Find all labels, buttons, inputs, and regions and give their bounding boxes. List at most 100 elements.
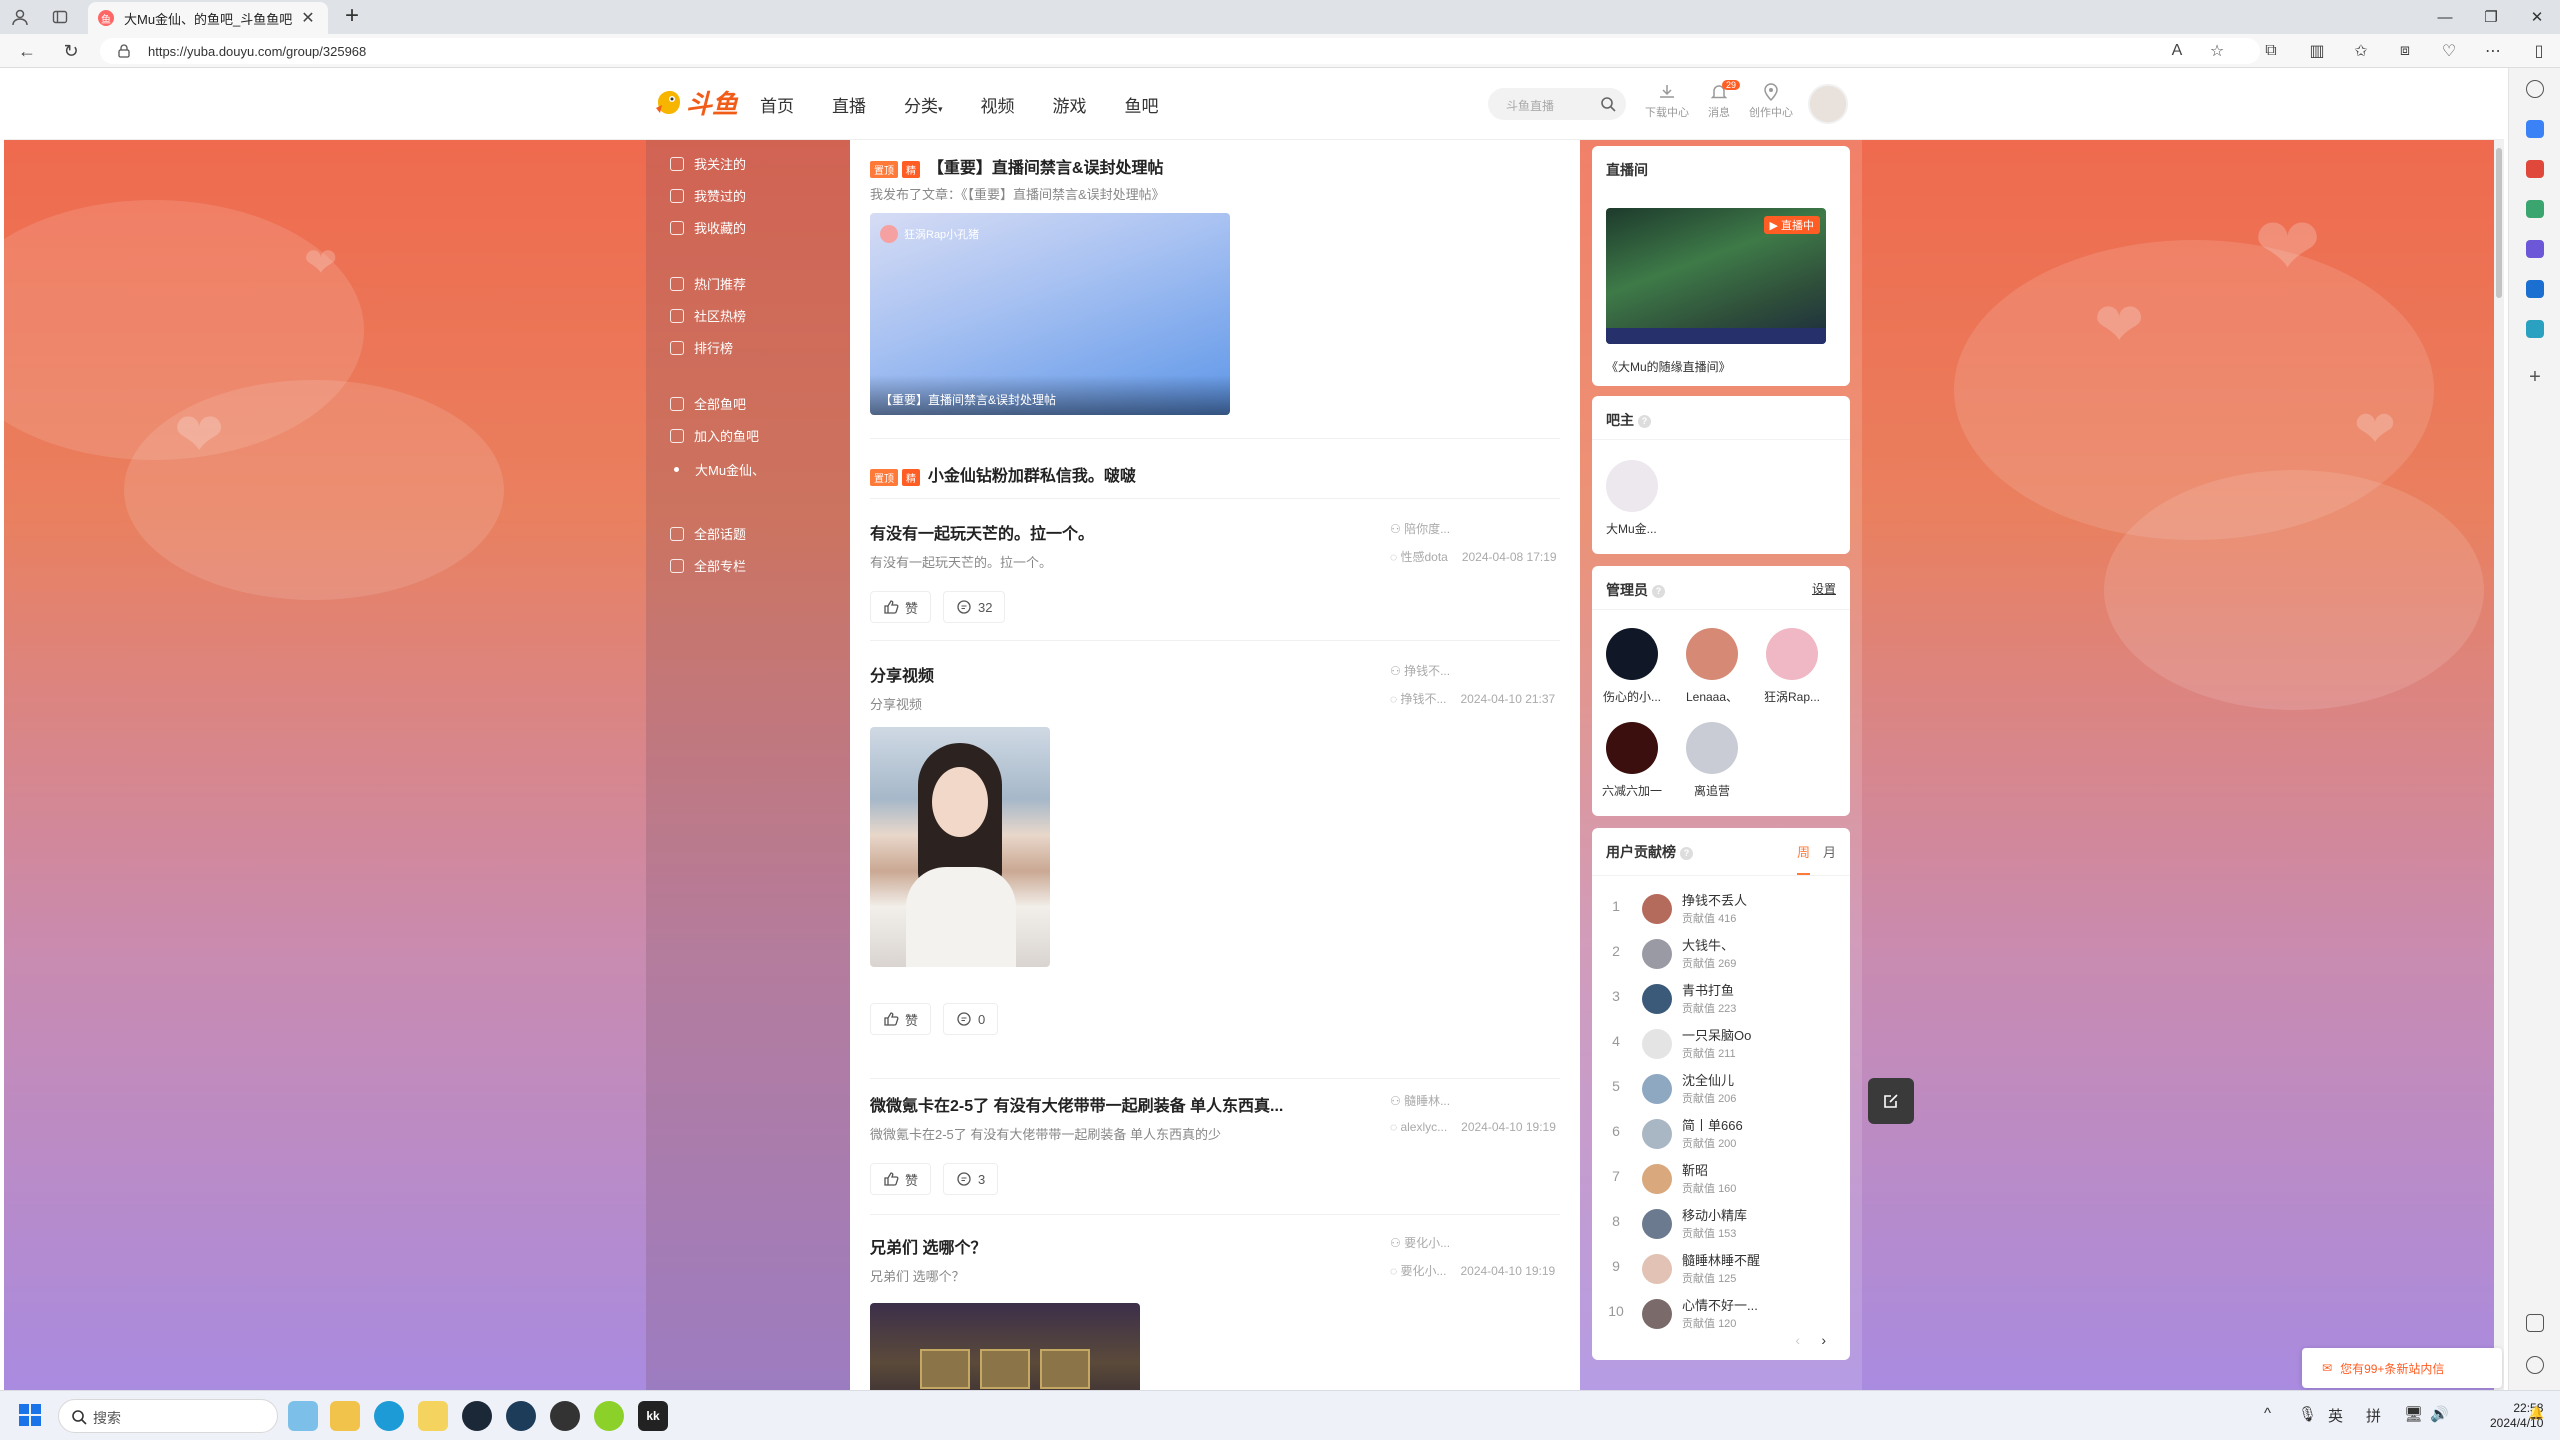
- admin-avatar[interactable]: [1686, 628, 1738, 680]
- last-reply-name[interactable]: 性感dota: [1400, 550, 1447, 564]
- outlook-icon[interactable]: [2526, 280, 2544, 298]
- post-title[interactable]: 小金仙钻粉加群私信我。啵啵: [928, 468, 1136, 485]
- tools-icon[interactable]: [2526, 200, 2544, 218]
- last-reply-name[interactable]: alexlyc...: [1400, 1120, 1447, 1134]
- pinned-post[interactable]: 置顶精 小金仙钻粉加群私信我。啵啵: [870, 462, 1560, 486]
- url-field[interactable]: https://yuba.douyu.com/group/325968: [100, 38, 2260, 64]
- rank-user-name[interactable]: 大钱牛、: [1682, 935, 1734, 954]
- rank-user-name[interactable]: 沈全仙儿: [1682, 1070, 1734, 1089]
- ime-pinyin[interactable]: 拼: [2366, 1405, 2381, 1426]
- nav-game[interactable]: 游戏: [1053, 92, 1087, 117]
- admin-avatar[interactable]: [1606, 628, 1658, 680]
- next-page-icon[interactable]: ›: [1821, 1332, 1826, 1348]
- admin-avatar[interactable]: [1766, 628, 1818, 680]
- sidebar-item-ranking[interactable]: 排行榜: [670, 338, 733, 357]
- rank-row[interactable]: 8 移动小精库 贡献值 153: [1606, 1201, 1836, 1245]
- nav-home[interactable]: 首页: [760, 92, 794, 117]
- help-icon[interactable]: ?: [1680, 847, 1693, 860]
- owner-name[interactable]: 大Mu金...: [1592, 520, 1672, 537]
- more-menu-icon[interactable]: ⋯: [2480, 39, 2506, 63]
- admin-settings-link[interactable]: 设置: [1812, 580, 1836, 597]
- douyu-app-icon[interactable]: [418, 1401, 448, 1431]
- nav-live[interactable]: 直播: [832, 92, 866, 117]
- tab-week[interactable]: 周: [1796, 842, 1810, 875]
- rank-row[interactable]: 9 髓睡林睡不醒 贡献值 125: [1606, 1246, 1836, 1290]
- rank-avatar[interactable]: [1642, 1074, 1672, 1104]
- minimize-icon[interactable]: —: [2422, 0, 2468, 34]
- post-title[interactable]: 微微氪卡在2-5了 有没有大佬带带一起刷装备 单人东西真...: [870, 1092, 1350, 1116]
- browser-essentials-icon[interactable]: ♡: [2436, 39, 2462, 63]
- douyu-logo[interactable]: 斗鱼: [654, 84, 738, 121]
- post-image[interactable]: [870, 1303, 1140, 1390]
- edge-browser-icon[interactable]: [374, 1401, 404, 1431]
- close-window-icon[interactable]: ✕: [2514, 0, 2560, 34]
- sidebar-item-following[interactable]: 我关注的: [670, 154, 746, 173]
- sidebar-toggle-icon[interactable]: ▯: [2526, 39, 2552, 63]
- admin-name[interactable]: 狂涡Rap...: [1752, 688, 1832, 705]
- add-sidebar-app-icon[interactable]: +: [2526, 367, 2544, 387]
- rank-row[interactable]: 3 青书打鱼 贡献值 223: [1606, 976, 1836, 1020]
- last-reply-name[interactable]: 挣钱不...: [1400, 692, 1446, 706]
- rank-user-name[interactable]: 心情不好一...: [1682, 1295, 1758, 1314]
- sidebar-item-all-topics[interactable]: 全部话题: [670, 524, 746, 543]
- tab-actions-icon[interactable]: [40, 0, 80, 34]
- volume-icon[interactable]: 🔊: [2430, 1405, 2449, 1423]
- sidebar-item-community-hot[interactable]: 社区热榜: [670, 306, 746, 325]
- admin-name[interactable]: Lenaaa、: [1672, 688, 1752, 705]
- sidebar-item-joined-bars[interactable]: 加入的鱼吧: [670, 426, 759, 445]
- owner-avatar[interactable]: [1606, 460, 1658, 512]
- games-icon[interactable]: [2526, 240, 2544, 258]
- post-title[interactable]: 分享视频: [870, 662, 1560, 686]
- admin-name[interactable]: 六减六加一: [1592, 782, 1672, 799]
- rank-row[interactable]: 6 简丨单666 贡献值 200: [1606, 1111, 1836, 1155]
- post-author[interactable]: ⚇ 挣钱不...: [1390, 662, 1450, 679]
- admin-avatar[interactable]: [1606, 722, 1658, 774]
- pinned-post[interactable]: 置顶精 【重要】直播间禁言&误封处理帖 我发布了文章：《【重要】直播间禁言&误封…: [870, 154, 1560, 415]
- rank-row[interactable]: 4 一只呆脑Oo 贡献值 211: [1606, 1021, 1836, 1065]
- new-post-button[interactable]: [1868, 1078, 1914, 1124]
- tray-chevron-icon[interactable]: ^: [2264, 1405, 2271, 1422]
- creator-center-button[interactable]: 创作中心: [1746, 82, 1796, 120]
- game-app-icon[interactable]: [550, 1401, 580, 1431]
- like-button[interactable]: 赞: [870, 591, 932, 623]
- sidebar-item-favorites[interactable]: 我收藏的: [670, 218, 746, 237]
- restore-icon[interactable]: ❐: [2468, 0, 2514, 34]
- refresh-icon[interactable]: ↻: [58, 39, 84, 63]
- rank-avatar[interactable]: [1642, 1029, 1672, 1059]
- comment-button[interactable]: 32: [943, 591, 1006, 623]
- sidebar-item-current-bar[interactable]: 大Mu金仙、: [670, 460, 765, 479]
- comment-button[interactable]: 0: [943, 1003, 999, 1035]
- notification-bell-icon[interactable]: 🔔: [2528, 1405, 2544, 1421]
- browser-tab[interactable]: 鱼 大Mu金仙、的鱼吧_斗鱼鱼吧 ✕: [88, 2, 328, 34]
- user-avatar[interactable]: [1808, 84, 1848, 124]
- post-author[interactable]: ⚇ 陪你度...: [1390, 520, 1450, 537]
- search-icon[interactable]: [1600, 96, 1616, 112]
- post-title[interactable]: 兄弟们 选哪个？: [870, 1234, 1560, 1258]
- message-notification[interactable]: ✉ 您有99+条新站内信: [2302, 1348, 2502, 1388]
- rank-row[interactable]: 2 大钱牛、 贡献值 269: [1606, 931, 1836, 975]
- help-icon[interactable]: ?: [1652, 585, 1665, 598]
- favorites-icon[interactable]: ✩: [2348, 39, 2374, 63]
- like-button[interactable]: 赞: [870, 1163, 932, 1195]
- post-item[interactable]: 兄弟们 选哪个？ 兄弟们 选哪个？ ⚇ 要化小... ◌ 要化小... 2024-…: [870, 1234, 1560, 1390]
- profile-icon[interactable]: [0, 0, 40, 34]
- rank-user-name[interactable]: 髓睡林睡不醒: [1682, 1250, 1760, 1269]
- scrollbar-thumb[interactable]: [2496, 148, 2502, 298]
- sidebar-item-hot[interactable]: 热门推荐: [670, 274, 746, 293]
- favorite-star-icon[interactable]: ☆: [2204, 39, 2230, 63]
- rank-row[interactable]: 10 心情不好一... 贡献值 120: [1606, 1291, 1836, 1335]
- rank-row[interactable]: 7 靳昭 贡献值 160: [1606, 1156, 1836, 1200]
- rank-avatar[interactable]: [1642, 939, 1672, 969]
- rank-avatar[interactable]: [1642, 894, 1672, 924]
- admin-name[interactable]: 伤心的小...: [1592, 688, 1672, 705]
- shopping-icon[interactable]: [2526, 160, 2544, 178]
- accelerator-app-icon[interactable]: [594, 1401, 624, 1431]
- nav-video[interactable]: 视频: [981, 92, 1015, 117]
- kk-app-icon[interactable]: kk: [638, 1401, 668, 1431]
- post-author[interactable]: ⚇ 要化小...: [1390, 1234, 1450, 1251]
- rank-user-name[interactable]: 移动小精库: [1682, 1205, 1747, 1224]
- file-explorer-icon[interactable]: [330, 1401, 360, 1431]
- live-thumbnail[interactable]: ▶ 直播中: [1606, 208, 1826, 344]
- rank-row[interactable]: 5 沈全仙儿 贡献值 206: [1606, 1066, 1836, 1110]
- drop-icon[interactable]: [2526, 320, 2544, 338]
